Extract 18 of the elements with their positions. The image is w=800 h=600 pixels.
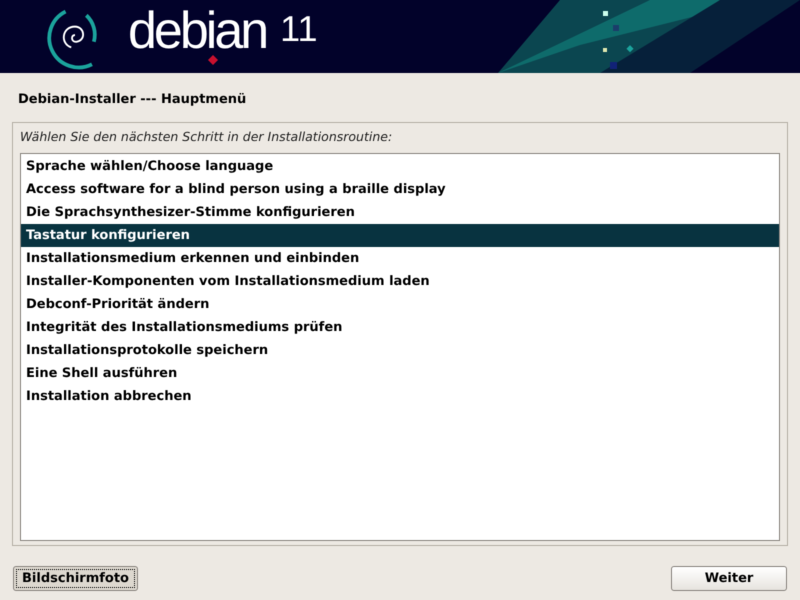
menu-item[interactable]: Installationsprotokolle speichern (21, 339, 779, 362)
menu-item[interactable]: Die Sprachsynthesizer-Stimme konfigurieren (21, 201, 779, 224)
window-title: Debian-Installer --- Hauptmenü (17, 91, 248, 109)
version-number: 11 (280, 8, 318, 50)
menu-item[interactable]: Installationsmedium erkennen und einbinden (21, 247, 779, 270)
diamond-icon (208, 54, 218, 64)
menu-item[interactable]: Sprache wählen/Choose language (21, 155, 779, 178)
prompt-text: Wählen Sie den nächsten Schritt in der Installationsroutine: (20, 129, 394, 144)
menu-item[interactable]: Eine Shell ausführen (21, 362, 779, 385)
action-button[interactable]: Weiter (671, 566, 787, 591)
menu-item[interactable]: Integrität des Installationsmediums prüfen (21, 316, 779, 339)
menu-item[interactable]: Tastatur konfigurieren (21, 224, 779, 247)
action-button[interactable]: Bildschirmfoto (13, 566, 138, 591)
menu-item[interactable]: Access software for a blind person using a braille display (21, 178, 779, 201)
menu-item[interactable]: Installer-Komponenten vom Installationsmedium laden (21, 270, 779, 293)
menu-item[interactable]: Installation abbrechen (21, 385, 779, 408)
menu-item[interactable]: Debconf-Priorität ändern (21, 293, 779, 316)
debian-wordmark: debian (128, 6, 266, 54)
